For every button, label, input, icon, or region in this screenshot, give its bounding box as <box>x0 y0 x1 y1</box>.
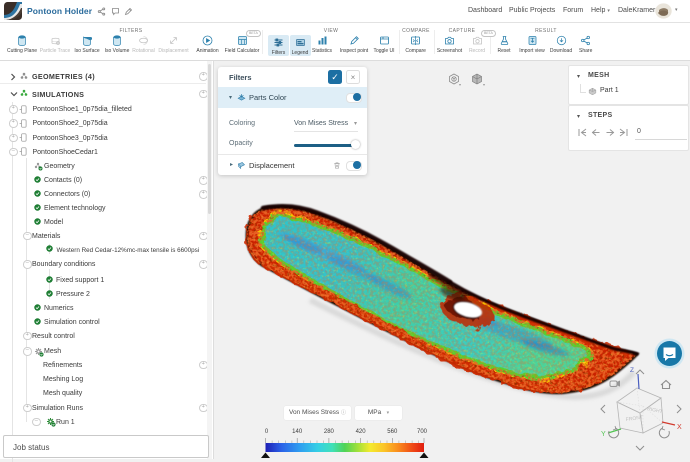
svg-text:Y: Y <box>601 431 606 438</box>
svg-text:X: X <box>677 424 682 431</box>
svg-text:Z: Z <box>630 367 634 374</box>
svg-text:FRONT: FRONT <box>625 415 643 423</box>
svg-text:RIGHT: RIGHT <box>647 406 663 415</box>
